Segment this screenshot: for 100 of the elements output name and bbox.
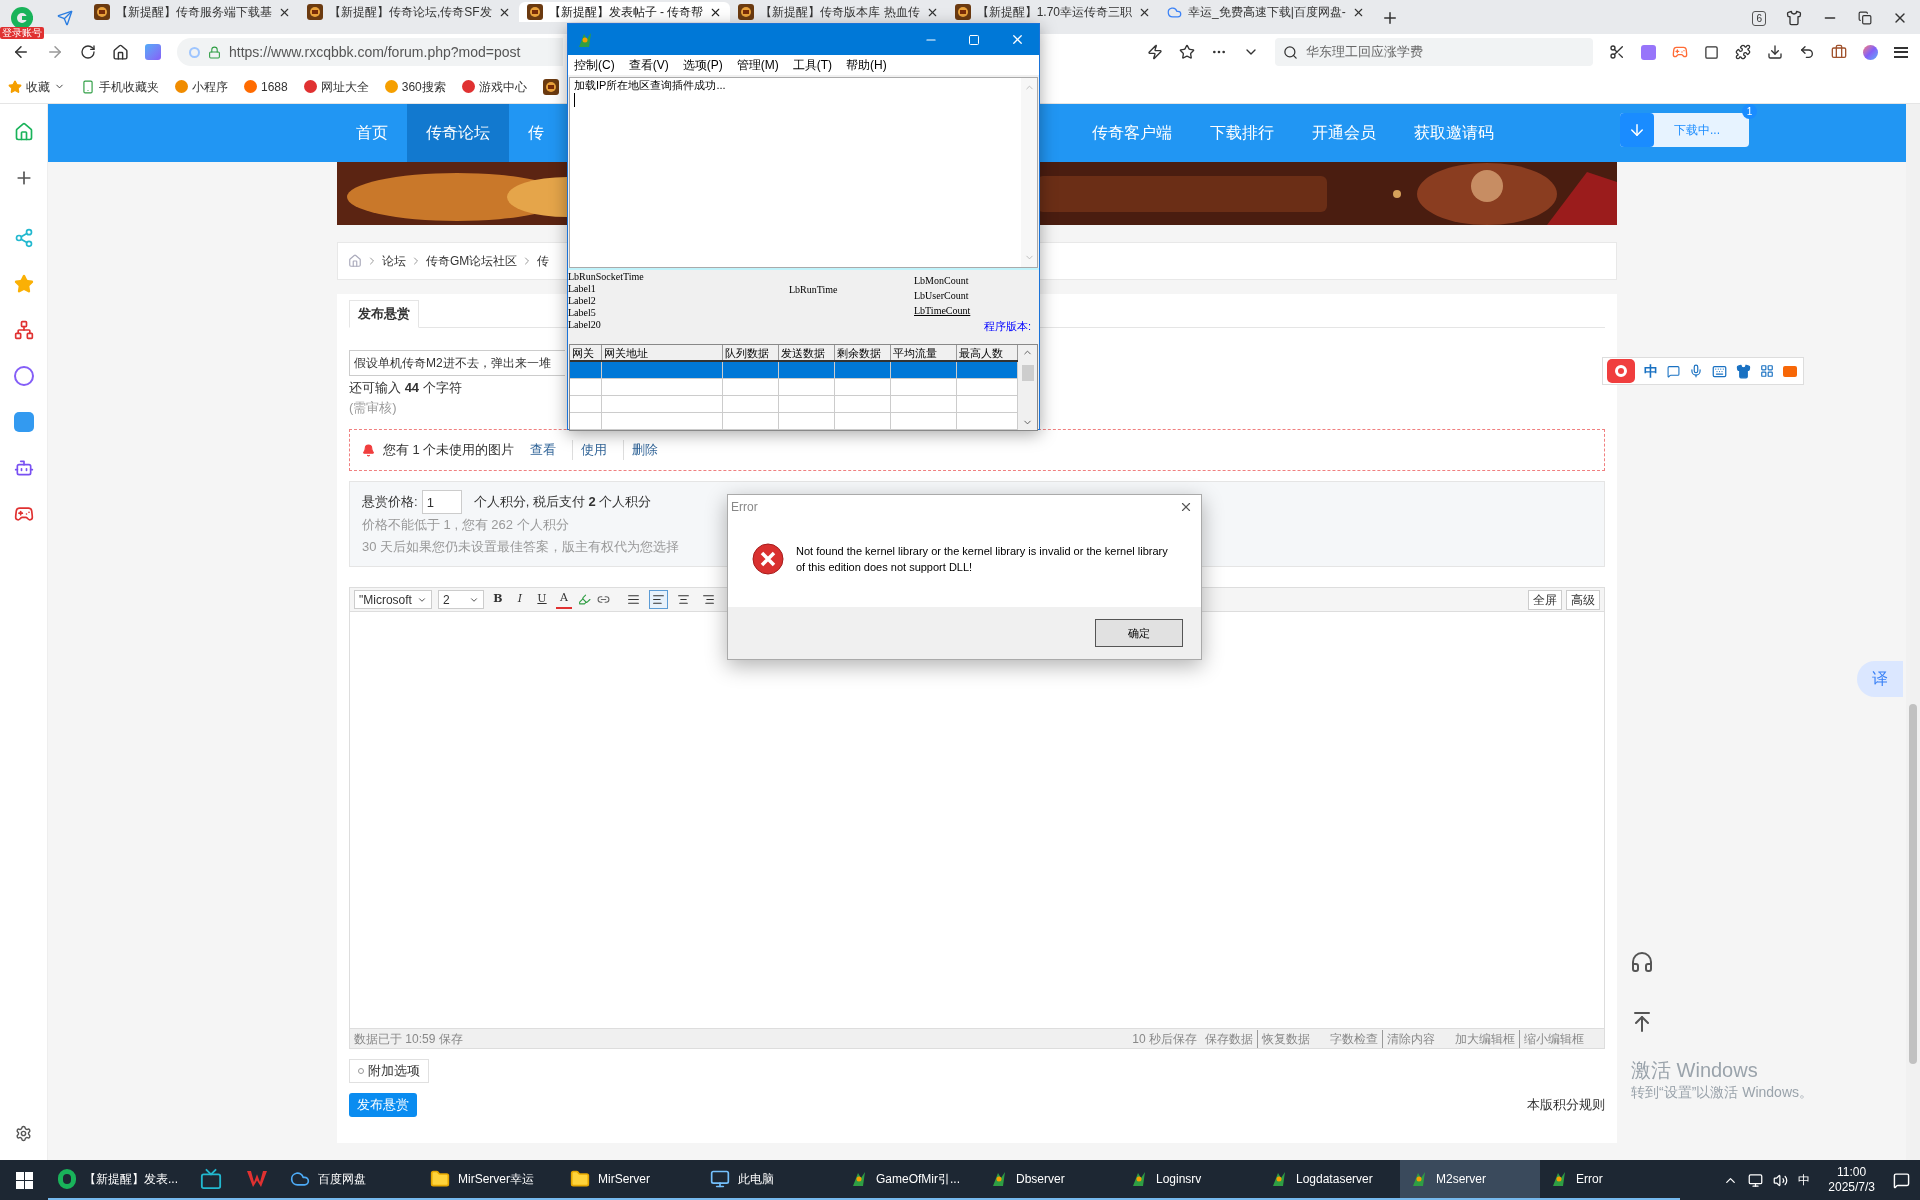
microphone-icon[interactable] xyxy=(1689,364,1703,378)
notice-link[interactable]: 删除 xyxy=(623,440,667,460)
notification-icon[interactable] xyxy=(1893,1171,1910,1189)
volume-icon[interactable] xyxy=(1773,1172,1789,1188)
grid-row[interactable] xyxy=(570,362,1018,379)
browser-tab[interactable]: 【新提醒】传奇版本库 热血传 xyxy=(730,2,947,22)
column-header[interactable]: 平均流量 xyxy=(891,345,957,360)
menu-item[interactable]: 选项(P) xyxy=(682,56,723,74)
bookmark[interactable]: 游戏中心 xyxy=(461,77,527,96)
taskbar-button[interactable]: Loginsrv xyxy=(1120,1160,1260,1200)
puzzle-icon[interactable] xyxy=(1735,44,1751,60)
gamepad-icon[interactable] xyxy=(1672,44,1688,60)
forward-icon[interactable] xyxy=(46,43,64,61)
link-icon[interactable] xyxy=(597,593,610,606)
align-button[interactable] xyxy=(649,590,668,609)
grid-icon[interactable] xyxy=(1760,364,1774,378)
keyboard-icon[interactable] xyxy=(1712,363,1727,379)
menu-item[interactable]: 查看(V) xyxy=(628,56,669,74)
browser-tab[interactable]: 幸运_免费高速下载|百度网盘- xyxy=(1159,2,1373,22)
rules-link[interactable]: 本版积分规则 xyxy=(1527,1095,1605,1115)
bookmark[interactable]: 手机收藏夹 xyxy=(81,77,159,96)
settings-icon[interactable] xyxy=(15,1125,32,1142)
taskbar-button[interactable]: 【新提醒】发表... xyxy=(48,1160,188,1200)
ime-indicator[interactable]: 中 xyxy=(1798,1171,1811,1189)
format-button[interactable]: U xyxy=(534,591,550,608)
menu-item[interactable]: 控制(C) xyxy=(574,56,615,74)
search-input[interactable]: 华东理工回应涨学费 xyxy=(1306,42,1585,62)
bookmark[interactable]: 360搜索 xyxy=(384,77,446,96)
column-header[interactable]: 剩余数据 xyxy=(835,345,891,360)
reload-icon[interactable] xyxy=(80,44,96,60)
form-tab[interactable]: 发布悬赏 xyxy=(349,300,419,328)
home-icon[interactable] xyxy=(112,43,129,61)
send-icon[interactable] xyxy=(57,10,73,26)
bookmark[interactable]: 网址大全 xyxy=(303,77,369,96)
breadcrumb-link[interactable]: 论坛 xyxy=(382,252,406,270)
briefcase-icon[interactable] xyxy=(1831,44,1847,60)
browser-tab[interactable]: 【新提醒】传奇服务端下载基 xyxy=(86,2,299,22)
notice-link[interactable]: 使用 xyxy=(572,440,616,460)
close-icon[interactable] xyxy=(1179,500,1193,514)
title-input[interactable]: 假设单机传奇M2进不去，弹出来一堆 xyxy=(349,350,565,376)
punctuation-icon[interactable] xyxy=(1667,364,1680,378)
browser-tab[interactable]: 【新提醒】发表帖子 - 传奇帮 xyxy=(518,2,731,22)
format-button[interactable]: I xyxy=(512,591,528,608)
bookmark[interactable]: 小程序 xyxy=(175,77,228,96)
window-icon[interactable] xyxy=(1704,44,1719,60)
editor-button[interactable]: 全屏 xyxy=(1528,589,1562,610)
extra-options-button[interactable]: 附加选项 xyxy=(349,1059,429,1083)
notice-link[interactable]: 查看 xyxy=(522,440,565,460)
taskbar-button[interactable]: MirServer幸运 xyxy=(420,1160,560,1200)
back-icon[interactable] xyxy=(12,43,30,61)
search-field[interactable]: 华东理工回应涨学费 xyxy=(1275,38,1593,66)
format-button[interactable]: B xyxy=(490,591,506,608)
taskbar-button[interactable]: MirServer xyxy=(560,1160,700,1200)
menu-item[interactable]: 帮助(H) xyxy=(846,56,887,74)
tab-count[interactable]: 6 xyxy=(1752,10,1766,26)
column-header[interactable]: 网关 xyxy=(570,345,602,360)
shirt-icon[interactable] xyxy=(1786,10,1802,26)
menu-item[interactable]: 工具(T) xyxy=(792,56,832,74)
reward-input[interactable]: 1 xyxy=(421,490,462,514)
toolbox-icon[interactable] xyxy=(1783,365,1797,377)
star-icon[interactable] xyxy=(13,274,34,294)
taskbar-button[interactable]: 百度网盘 xyxy=(280,1160,420,1200)
scroll-thumb[interactable] xyxy=(1021,364,1034,381)
input-mode[interactable]: 中 xyxy=(1644,360,1658,382)
taskbar-button[interactable]: 此电脑 xyxy=(700,1160,840,1200)
account-badge[interactable]: 登录账号 xyxy=(0,27,44,39)
browser-tab[interactable]: 【新提醒】1.70幸运传奇三职 xyxy=(946,2,1160,22)
menu-item[interactable]: 管理(M) xyxy=(736,56,779,74)
taskbar-button[interactable]: Dbserver xyxy=(980,1160,1120,1200)
size-select[interactable]: 2 xyxy=(438,590,484,609)
taskbar-button[interactable]: GameOfMir引... xyxy=(840,1160,980,1200)
bookmark[interactable]: 1688 xyxy=(244,77,288,96)
editor-button[interactable]: 高级 xyxy=(1566,589,1600,610)
breadcrumb-link[interactable]: 传奇GM论坛社区 xyxy=(426,252,518,270)
download-icon[interactable] xyxy=(1767,44,1783,60)
gamepad-icon[interactable] xyxy=(13,504,34,524)
font-select[interactable]: "Microsoft xyxy=(354,590,432,609)
address-field[interactable]: https://www.rxcqbbk.com/forum.php?mod=post xyxy=(177,38,563,66)
restore-icon[interactable] xyxy=(1858,11,1872,25)
headset-icon[interactable] xyxy=(1630,950,1654,974)
scroll-thumb[interactable] xyxy=(1909,704,1917,1064)
highlighter-icon[interactable] xyxy=(578,593,591,606)
network-icon[interactable] xyxy=(1748,1172,1764,1188)
breadcrumb-link[interactable]: 传 xyxy=(537,252,550,270)
bookmark[interactable]: 收藏 xyxy=(8,77,65,96)
star-icon[interactable] xyxy=(1179,44,1195,60)
ok-button[interactable]: 确定 xyxy=(1095,619,1183,647)
scissors-icon[interactable] xyxy=(1609,44,1625,60)
browser-tab[interactable]: 【新提醒】传奇论坛,传奇SF发 xyxy=(299,2,519,22)
sogou-logo-icon[interactable] xyxy=(1607,359,1635,383)
maximize-icon[interactable] xyxy=(968,33,980,46)
shirt-icon[interactable] xyxy=(1736,363,1751,379)
taskbar-button[interactable]: Error xyxy=(1540,1160,1680,1200)
robot-icon[interactable] xyxy=(13,458,34,478)
clock[interactable]: 11:00 2025/7/3 xyxy=(1820,1165,1883,1195)
nav-item[interactable]: 传奇论坛 xyxy=(407,104,509,162)
scrollbar[interactable] xyxy=(1906,104,1920,1160)
lightning-icon[interactable] xyxy=(1147,44,1163,60)
windows-logo-icon[interactable] xyxy=(15,1171,33,1189)
scrollbar[interactable] xyxy=(1018,345,1037,430)
